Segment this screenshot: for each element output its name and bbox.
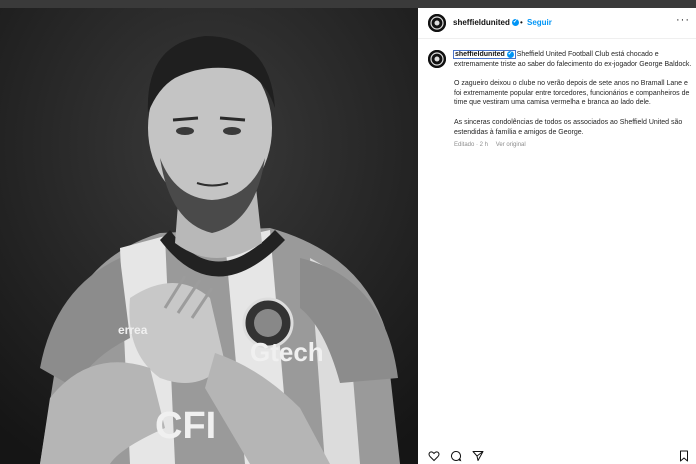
comment-icon[interactable] — [450, 450, 462, 462]
see-original-link[interactable]: Ver original — [496, 142, 526, 148]
club-crest-icon — [428, 14, 446, 32]
player-photo: Gtech errea CFI — [0, 8, 418, 464]
caption-meta: Editado · 2 h Ver original — [454, 141, 692, 151]
follow-button[interactable]: Seguir — [527, 18, 552, 27]
post-panel: sheffieldunited ✓ • Seguir ··· sheffieldu… — [418, 8, 696, 464]
kit-brand: errea — [118, 323, 148, 337]
heart-icon[interactable] — [428, 450, 440, 462]
edited-timestamp: Editado · 2 h — [454, 142, 489, 149]
action-bar — [418, 448, 696, 464]
caption-username-link[interactable]: sheffieldunited ✓ — [453, 50, 516, 59]
browser-top-strip — [0, 0, 696, 8]
separator-dot: • — [520, 18, 523, 27]
avatar[interactable] — [428, 14, 446, 32]
more-options-icon[interactable]: ··· — [676, 14, 690, 26]
bookmark-icon[interactable] — [678, 450, 690, 462]
club-crest-icon — [428, 50, 446, 68]
post-image: Gtech errea CFI — [0, 8, 418, 464]
post-header: sheffieldunited ✓ • Seguir ··· — [418, 8, 696, 39]
share-icon[interactable] — [472, 450, 484, 462]
caption-text: sheffieldunited ✓ Sheffield United Footba… — [453, 50, 692, 151]
verified-badge-icon: ✓ — [506, 50, 514, 58]
caption-paragraph-3: As sinceras condolências de todos os ass… — [454, 118, 683, 136]
username-link[interactable]: sheffieldunited ✓ — [453, 18, 519, 27]
caption-avatar[interactable] — [428, 50, 446, 68]
verified-badge-icon: ✓ — [511, 19, 519, 27]
shirt-sponsor: CFI — [155, 405, 216, 447]
caption-paragraph-2: O zagueiro deixou o clube no verão depoi… — [454, 80, 690, 107]
sleeve-sponsor: Gtech — [250, 337, 324, 367]
